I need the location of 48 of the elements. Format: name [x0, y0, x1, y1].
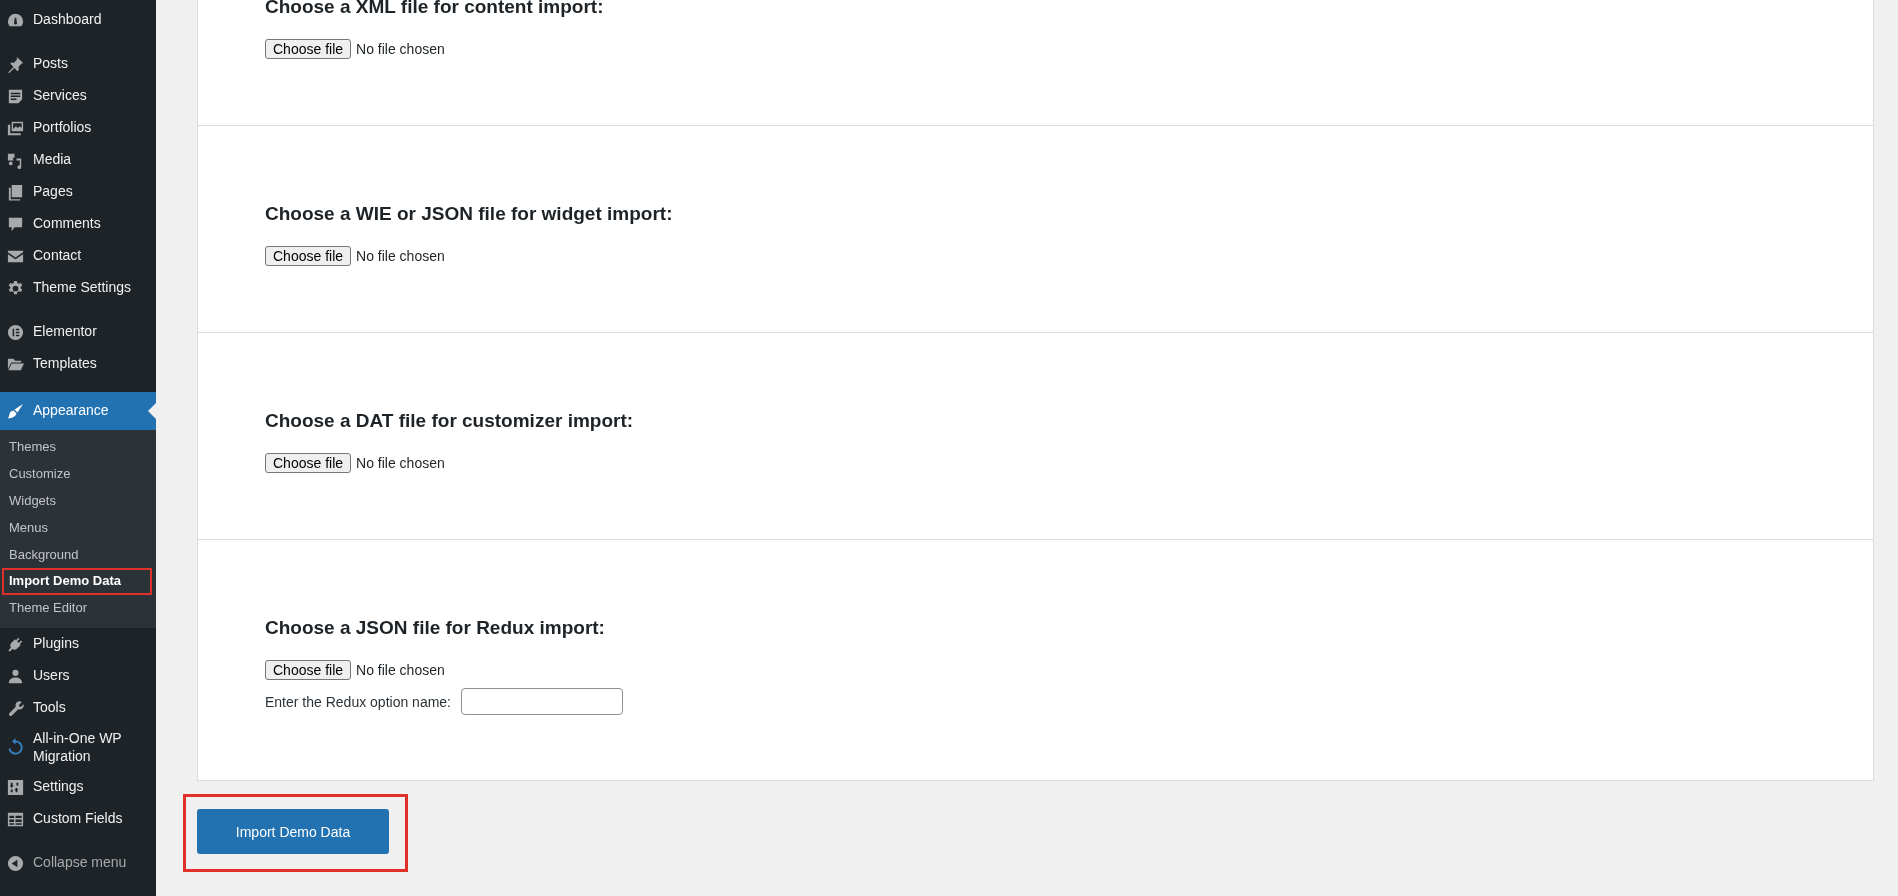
- submenu-item[interactable]: Themes: [2, 434, 152, 461]
- selection-notch: [148, 403, 156, 419]
- sidebar-menu-item[interactable]: Custom Fields: [0, 803, 156, 836]
- file-status-text: No file chosen: [356, 455, 445, 471]
- section-heading: Choose a JSON file for Redux import:: [265, 617, 606, 639]
- choose-file-button[interactable]: Choose file: [265, 453, 352, 473]
- choose-file-button[interactable]: Choose file: [265, 660, 352, 680]
- submenu-item[interactable]: Menus: [2, 514, 152, 542]
- submenu-item[interactable]: Theme Editor: [2, 595, 152, 623]
- option-name-input[interactable]: [461, 688, 623, 715]
- paintbrush-icon: [6, 401, 25, 421]
- circular-arrow-icon: [6, 738, 25, 758]
- choose-file-button[interactable]: Choose file: [265, 246, 352, 266]
- wrench-icon: [6, 698, 25, 718]
- sidebar-menu-item[interactable]: Templates: [0, 348, 156, 380]
- submenu-item[interactable]: Customize: [2, 460, 152, 488]
- sidebar-menu-item[interactable]: Elementor: [0, 316, 156, 348]
- pages-icon: [6, 182, 25, 202]
- collapse-menu-button[interactable]: Collapse menu: [0, 847, 156, 880]
- file-status-text: No file chosen: [356, 41, 445, 57]
- sidebar-menu-item[interactable]: Appearance: [0, 392, 156, 430]
- sidebar-menu-item[interactable]: Services: [0, 80, 156, 112]
- sidebar-menu-item[interactable]: Contact: [0, 240, 156, 272]
- sidebar-menu-item[interactable]: Users: [0, 660, 156, 693]
- sidebar-menu-item[interactable]: Pages: [0, 176, 156, 208]
- sidebar-menu-item[interactable]: Tools: [0, 692, 156, 725]
- sidebar-menu-item[interactable]: Posts: [0, 48, 156, 80]
- sidebar-menu-item[interactable]: Theme Settings: [0, 272, 156, 304]
- file-status-text: No file chosen: [356, 662, 445, 678]
- sidebar-menu-item[interactable]: All-in-One WP Migration: [0, 724, 156, 772]
- sidebar-menu-item[interactable]: Media: [0, 144, 156, 176]
- option-name-label: Enter the Redux option name:: [265, 693, 451, 710]
- section-heading: Choose a XML file for content import:: [265, 0, 605, 18]
- submenu-item[interactable]: Widgets: [2, 487, 152, 515]
- file-status-text: No file chosen: [356, 248, 445, 264]
- submenu-item[interactable]: Background: [2, 541, 152, 569]
- sidebar-menu-item[interactable]: Comments: [0, 208, 156, 240]
- sliders-icon: [6, 777, 25, 797]
- pin-icon: [6, 54, 25, 74]
- sidebar-menu-item[interactable]: Portfolios: [0, 112, 156, 144]
- section-heading: Choose a WIE or JSON file for widget import:: [265, 203, 674, 225]
- sidebar-menu-item[interactable]: Plugins: [0, 628, 156, 661]
- import-demo-data-button[interactable]: Import Demo Data: [197, 809, 389, 854]
- choose-file-button[interactable]: Choose file: [265, 39, 352, 59]
- submenu-item[interactable]: Import Demo Data: [2, 568, 152, 596]
- section-heading: Choose a DAT file for customizer import:: [265, 410, 635, 432]
- sidebar-menu-item[interactable]: Dashboard: [0, 4, 156, 36]
- sidebar-menu-item[interactable]: Settings: [0, 771, 156, 804]
